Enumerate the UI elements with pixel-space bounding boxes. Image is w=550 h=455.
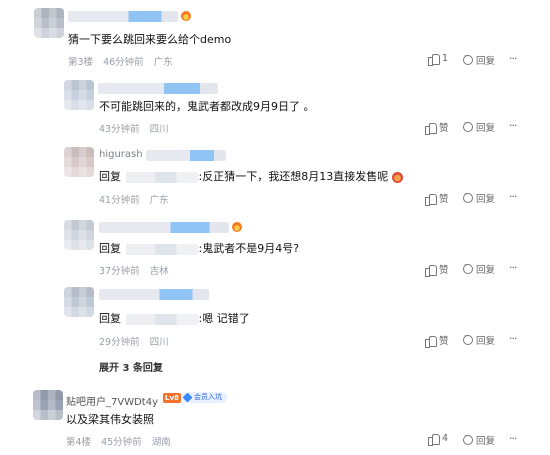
avatar[interactable] [34, 8, 64, 38]
reply-button[interactable]: 回复 [463, 52, 495, 67]
reply-button[interactable]: 回复 [463, 261, 495, 276]
reply-meta: 29分钟前 四川 [99, 334, 176, 348]
reply-meta: 43分钟前 四川 [99, 121, 176, 135]
avatar[interactable] [64, 287, 94, 317]
more-button[interactable]: ··· [509, 261, 517, 274]
like-icon [425, 193, 437, 206]
floor-number: 第3楼 [68, 57, 94, 68]
comment-meta: 第4楼 45分钟前 湖南 [66, 434, 178, 448]
mention-blurred[interactable] [125, 171, 198, 183]
username-blurred[interactable] [68, 11, 178, 22]
more-button[interactable]: ··· [509, 332, 517, 345]
like-button[interactable]: 1 [428, 53, 448, 66]
flame-emoji [181, 11, 191, 21]
reply-time: 29分钟前 [99, 337, 140, 348]
reply-location: 四川 [149, 337, 169, 348]
like-button[interactable]: 赞 [425, 120, 449, 135]
like-button[interactable]: 赞 [425, 262, 449, 277]
comment-location: 湖南 [151, 437, 171, 448]
reply-meta: 41分钟前 广东 [99, 192, 176, 206]
reply-time: 41分钟前 [99, 195, 140, 206]
avatar[interactable] [64, 220, 94, 250]
username-blurred [146, 150, 226, 161]
floor-number: 第4楼 [66, 437, 92, 448]
like-button[interactable]: 4 [428, 433, 448, 446]
like-icon [425, 264, 437, 277]
member-badge: 会员入坑 [182, 392, 227, 403]
more-icon: ··· [509, 190, 517, 203]
reply-location: 吉林 [149, 266, 169, 277]
reply-button[interactable]: 回复 [463, 190, 495, 205]
more-button[interactable]: ··· [509, 190, 517, 203]
reply-icon [463, 190, 473, 203]
more-button[interactable]: ··· [509, 432, 517, 445]
like-button[interactable]: 赞 [425, 191, 449, 206]
more-icon: ··· [509, 261, 517, 274]
reply-time: 43分钟前 [99, 124, 140, 135]
reply-button[interactable]: 回复 [463, 119, 495, 134]
more-button[interactable]: ··· [509, 119, 517, 132]
comment-text: 猜一下要么跳回来要么给个demo [68, 33, 232, 46]
more-icon: ··· [509, 52, 517, 65]
reply-text: 回复 :鬼武者不是9月4号? [99, 242, 300, 255]
comment-time: 46分钟前 [103, 57, 144, 68]
reply-meta: 37分钟前 吉林 [99, 263, 176, 277]
flame-emoji [232, 222, 242, 232]
avatar[interactable] [33, 390, 63, 420]
more-icon: ··· [509, 332, 517, 345]
reply-text: 不可能跳回来的，鬼武者都改成9月9日了 。 [99, 100, 315, 113]
reply-icon [463, 261, 473, 274]
reply-icon [463, 119, 473, 132]
like-icon [425, 122, 437, 135]
like-button[interactable]: 赞 [425, 333, 449, 348]
comment-meta: 第3楼 46分钟前 广东 [68, 54, 180, 68]
reply-button[interactable]: 回复 [463, 432, 495, 447]
avatar[interactable] [64, 80, 94, 110]
angry-emoji [391, 171, 403, 183]
reply-text: 回复 :嗯 记错了 [99, 312, 250, 325]
reply-button[interactable]: 回复 [463, 332, 495, 347]
more-button[interactable]: ··· [509, 52, 517, 65]
reply-username[interactable]: higurash [99, 149, 143, 160]
reply-icon [463, 332, 473, 345]
expand-replies-link[interactable]: 展开 3 条回复 [99, 359, 163, 374]
comment-text: 以及梁其伟女装照 [66, 413, 154, 426]
reply-location: 四川 [149, 124, 169, 135]
mention-blurred[interactable] [125, 313, 198, 325]
like-icon [428, 433, 440, 446]
reply-icon [463, 432, 473, 445]
more-icon: ··· [509, 119, 517, 132]
username-blurred[interactable] [98, 83, 218, 94]
diamond-icon [182, 392, 193, 403]
username-blurred[interactable] [99, 222, 229, 233]
avatar[interactable] [64, 147, 94, 177]
like-icon [428, 53, 440, 66]
like-icon [425, 335, 437, 348]
username-blurred[interactable] [99, 289, 209, 300]
reply-location: 广东 [149, 195, 169, 206]
level-badge: Lv8 [163, 393, 181, 403]
reply-text: 回复 :反正猜一下，我还想8月13直接发售呢 [99, 168, 403, 184]
reply-time: 37分钟前 [99, 266, 140, 277]
comment-location: 广东 [153, 57, 173, 68]
more-icon: ··· [509, 432, 517, 445]
comment-username[interactable]: 贴吧用户_7VWDt4y [66, 393, 158, 408]
comment-time: 45分钟前 [101, 437, 142, 448]
reply-icon [463, 52, 473, 65]
mention-blurred[interactable] [125, 243, 198, 255]
